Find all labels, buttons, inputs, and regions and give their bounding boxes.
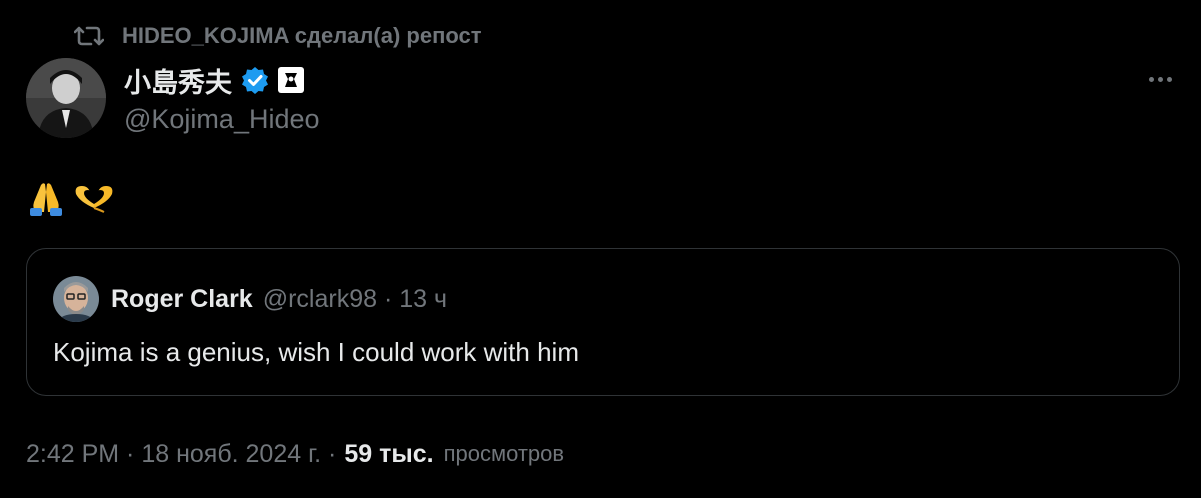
more-dot	[1157, 76, 1163, 82]
author-avatar[interactable]	[26, 58, 106, 138]
author-name-row: 小島秀夫	[124, 62, 304, 98]
repost-text: HIDEO_KOJIMA сделал(а) репост	[122, 23, 482, 48]
views-count: 59 тыс.	[344, 439, 434, 468]
heart-hands-emoji	[70, 178, 118, 223]
author-handle[interactable]: @Kojima_Hideo	[124, 104, 320, 135]
quoted-tweet-header: Roger Clark @rclark98 · 13 ч	[53, 275, 447, 323]
verified-badge-icon[interactable]	[240, 65, 270, 95]
views-label: просмотров	[443, 441, 565, 466]
quoted-author-meta[interactable]: @rclark98 · 13 ч	[263, 285, 447, 314]
quoted-author-name[interactable]: Roger Clark	[111, 285, 253, 314]
tweet-footer: 2:42 PM · 18 нояб. 2024 г. · 59 тыс. про…	[26, 436, 564, 472]
author-display-name[interactable]: 小島秀夫	[124, 61, 232, 100]
more-dot	[1148, 76, 1154, 82]
tweet-text	[26, 180, 118, 220]
tweet-timestamp[interactable]: 2:42 PM · 18 нояб. 2024 г. ·	[26, 440, 336, 469]
quoted-tweet-text: Kojima is a genius, wish I could work wi…	[53, 337, 579, 367]
more-dot	[1166, 76, 1172, 82]
quoted-author-avatar[interactable]	[53, 276, 99, 322]
repost-icon	[74, 24, 104, 48]
repost-indicator[interactable]: HIDEO_KOJIMA сделал(а) репост	[74, 20, 482, 52]
more-options-icon[interactable]	[1140, 66, 1180, 92]
quoted-tweet[interactable]: Roger Clark @rclark98 · 13 ч Kojima is a…	[26, 248, 1180, 396]
folded-hands-emoji	[26, 178, 66, 223]
affiliate-badge-icon[interactable]	[278, 67, 304, 93]
